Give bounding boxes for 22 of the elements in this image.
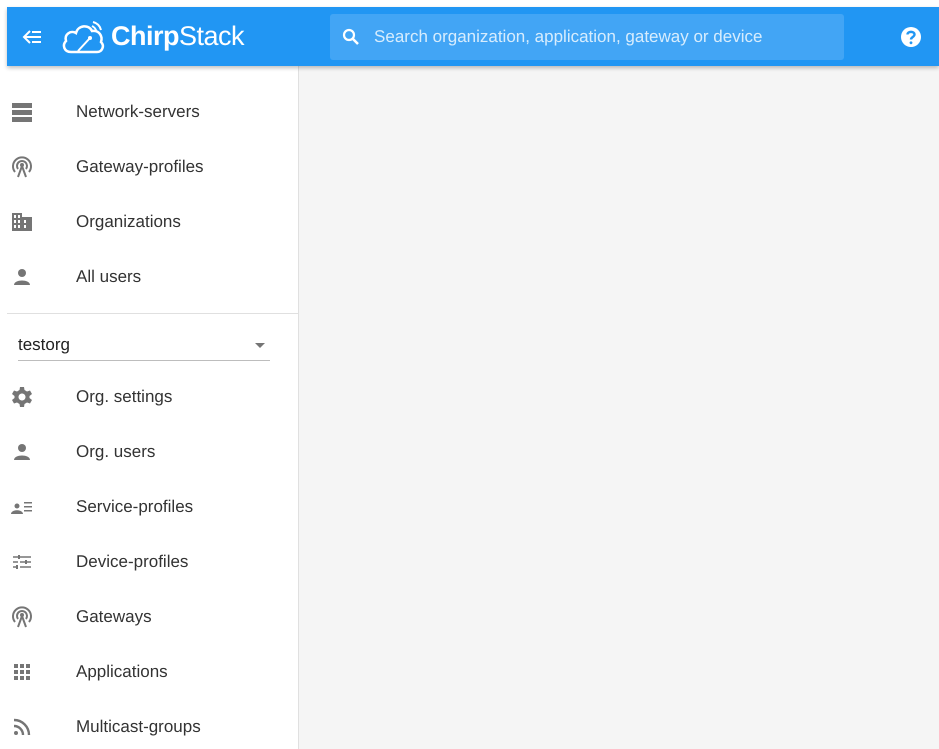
sidebar-item[interactable]: Applications	[7, 644, 298, 699]
sidebar-item[interactable]: Device-profiles	[7, 534, 298, 589]
sidebar-item[interactable]: Network-servers	[7, 84, 298, 139]
sidebar-item[interactable]: Org. users	[7, 424, 298, 479]
dropdown-caret-icon	[255, 342, 265, 348]
sidebar-item[interactable]: Multicast-groups	[7, 699, 298, 749]
search-field[interactable]: Search organization, application, gateway or device	[330, 14, 844, 60]
organization-select[interactable]: testorg	[18, 330, 270, 361]
search-icon	[342, 28, 360, 46]
gear-icon	[10, 384, 34, 408]
logo-text: ChirpStack	[111, 21, 244, 52]
sidebar-item[interactable]: All users	[7, 249, 298, 304]
sidebar-item[interactable]: Organizations	[7, 194, 298, 249]
antenna-icon	[10, 154, 34, 178]
sidebar-item[interactable]: Org. settings	[7, 369, 298, 424]
sidebar-item[interactable]: Gateway-profiles	[7, 139, 298, 194]
sidebar-item[interactable]: Gateways	[7, 589, 298, 644]
search-input[interactable]: Search organization, application, gateway or device	[372, 26, 844, 48]
antenna-icon	[10, 604, 34, 628]
help-button[interactable]	[900, 26, 922, 48]
sidebar-item[interactable]: Service-profiles	[7, 479, 298, 534]
collapse-menu-button[interactable]	[21, 28, 43, 46]
